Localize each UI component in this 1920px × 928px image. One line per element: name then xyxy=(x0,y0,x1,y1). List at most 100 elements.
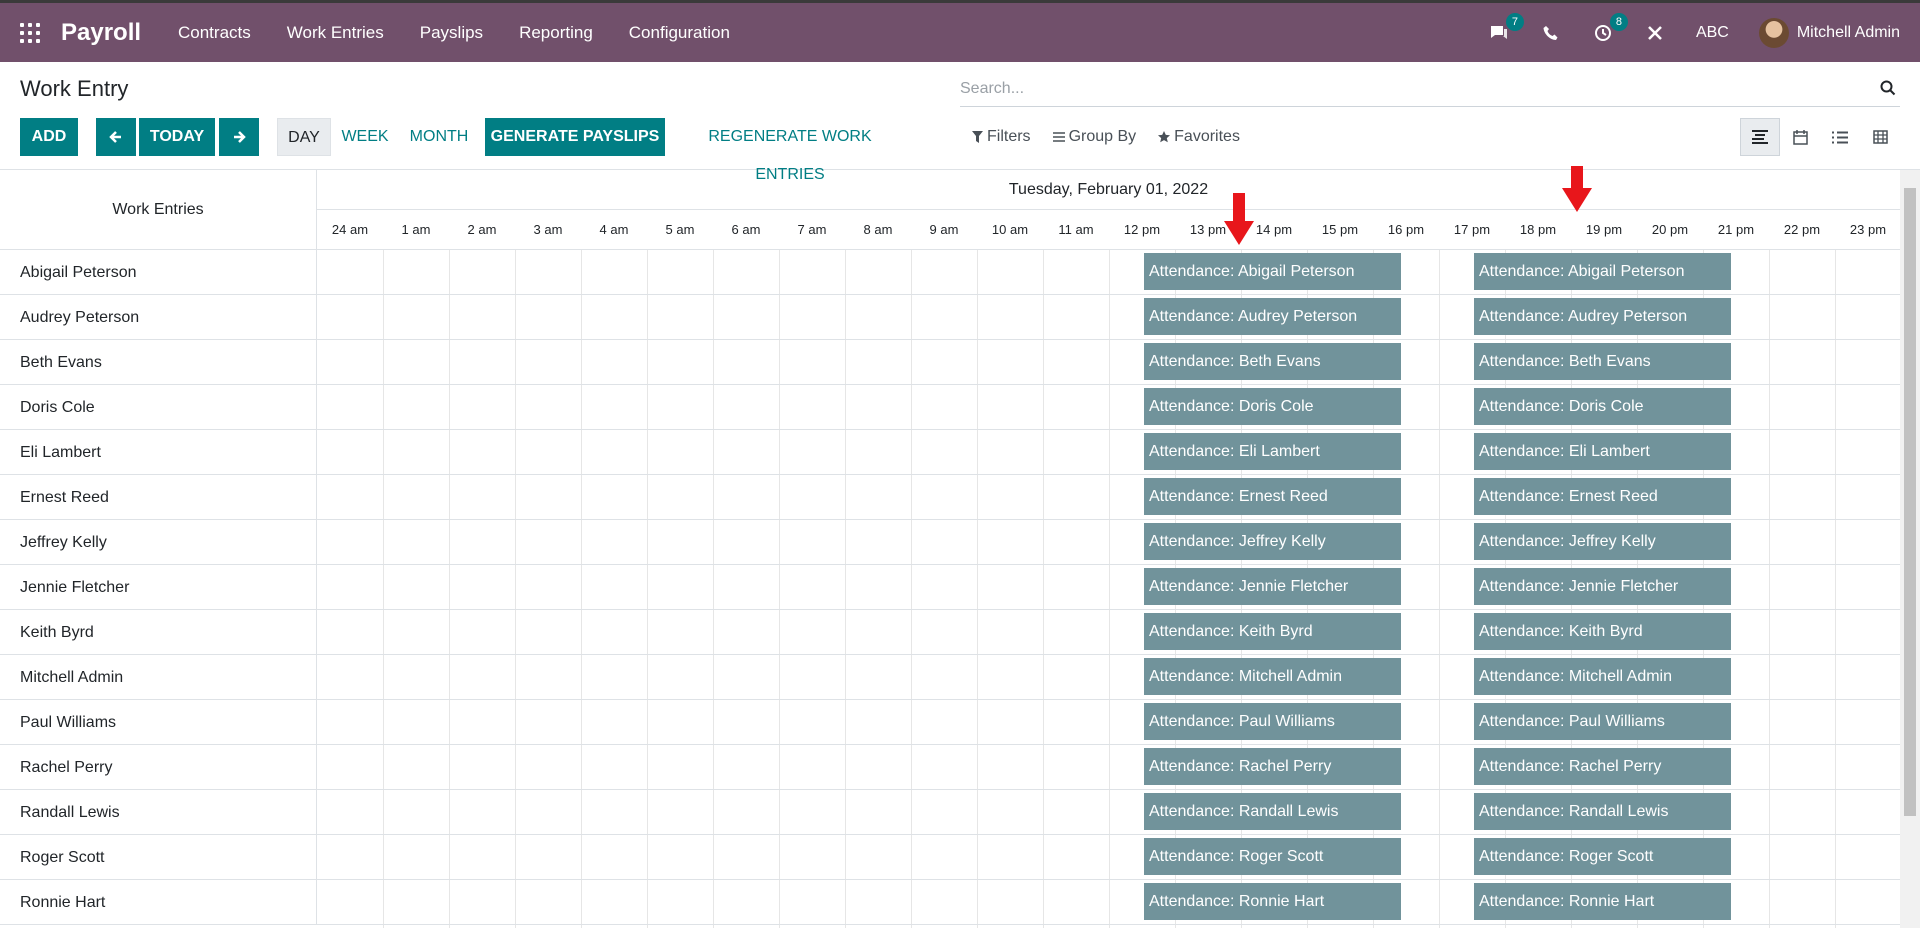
calendar-view-button[interactable] xyxy=(1780,118,1820,156)
month-scale-button[interactable]: MONTH xyxy=(402,118,476,156)
work-entry-pill[interactable]: Attendance: Beth Evans xyxy=(1144,343,1401,380)
gantt-column-divider xyxy=(647,250,648,928)
work-entry-pill[interactable]: Attendance: Randall Lewis xyxy=(1144,793,1401,830)
scrollbar-thumb[interactable] xyxy=(1904,188,1916,816)
main-menu: Contracts Work Entries Payslips Reporting Co… xyxy=(160,3,748,62)
work-entry-pill[interactable]: Attendance: Roger Scott xyxy=(1474,838,1731,875)
group-by-button[interactable]: Group By xyxy=(1052,128,1136,146)
gantt-row-label: Audrey Peterson xyxy=(0,295,317,340)
gantt-hour-header: 19 pm xyxy=(1571,210,1637,250)
tools-icon xyxy=(1648,25,1662,40)
work-entry-pill[interactable]: Attendance: Keith Byrd xyxy=(1144,613,1401,650)
gantt-column-divider xyxy=(581,250,582,928)
list-icon xyxy=(1832,131,1848,143)
app-name[interactable]: Payroll xyxy=(61,19,141,47)
gantt-hour-header: 12 pm xyxy=(1109,210,1175,250)
gantt-column-divider xyxy=(383,250,384,928)
gantt-row-divider xyxy=(317,789,1900,790)
work-entry-pill[interactable]: Attendance: Audrey Peterson xyxy=(1474,298,1731,335)
phone-button[interactable] xyxy=(1540,22,1562,44)
search-input[interactable] xyxy=(960,72,1860,106)
add-button[interactable]: ADD xyxy=(20,118,78,156)
gantt-view-button[interactable] xyxy=(1740,118,1780,156)
gantt-column-divider xyxy=(713,250,714,928)
work-entry-pill[interactable]: Attendance: Abigail Peterson xyxy=(1144,253,1401,290)
messages-button[interactable]: 7 xyxy=(1488,12,1524,44)
work-entry-pill[interactable]: Attendance: Ernest Reed xyxy=(1144,478,1401,515)
gantt-row-divider xyxy=(317,519,1900,520)
gantt-column-divider xyxy=(1439,250,1440,928)
work-entry-pill[interactable]: Attendance: Keith Byrd xyxy=(1474,613,1731,650)
gantt-column-divider xyxy=(1043,250,1044,928)
gantt-column-divider xyxy=(779,250,780,928)
nav-payslips[interactable]: Payslips xyxy=(402,3,501,62)
nav-reporting[interactable]: Reporting xyxy=(501,3,611,62)
nav-contracts[interactable]: Contracts xyxy=(160,3,269,62)
generate-payslips-button[interactable]: GENERATE PAYSLIPS xyxy=(485,118,665,156)
gantt-row-divider xyxy=(317,429,1900,430)
week-scale-button[interactable]: WEEK xyxy=(334,118,396,156)
gantt-row-divider xyxy=(317,339,1900,340)
work-entry-pill[interactable]: Attendance: Paul Williams xyxy=(1474,703,1731,740)
gantt-row-label: Abigail Peterson xyxy=(0,250,317,295)
gantt-hour-header: 1 am xyxy=(383,210,449,250)
work-entry-pill[interactable]: Attendance: Jeffrey Kelly xyxy=(1144,523,1401,560)
day-scale-button[interactable]: DAY xyxy=(277,118,331,156)
gantt-hour-header: 18 pm xyxy=(1505,210,1571,250)
work-entry-pill[interactable]: Attendance: Ronnie Hart xyxy=(1474,883,1731,920)
favorites-button[interactable]: Favorites xyxy=(1158,128,1240,146)
work-entry-pill[interactable]: Attendance: Rachel Perry xyxy=(1144,748,1401,785)
arrow-left-icon xyxy=(109,131,121,143)
activities-count-badge: 8 xyxy=(1609,12,1628,31)
work-entry-pill[interactable]: Attendance: Eli Lambert xyxy=(1474,433,1731,470)
gantt-row-divider xyxy=(317,834,1900,835)
work-entry-pill[interactable]: Attendance: Ernest Reed xyxy=(1474,478,1731,515)
work-entry-pill[interactable]: Attendance: Randall Lewis xyxy=(1474,793,1731,830)
work-entry-pill[interactable]: Attendance: Rachel Perry xyxy=(1474,748,1731,785)
work-entry-pill[interactable]: Attendance: Mitchell Admin xyxy=(1474,658,1731,695)
work-entry-pill[interactable]: Attendance: Roger Scott xyxy=(1144,838,1401,875)
user-menu[interactable]: Mitchell Admin xyxy=(1758,17,1900,48)
previous-button[interactable] xyxy=(96,118,136,156)
control-panel: Work Entry ADD TODAY DAY WEEK MONTH GENE… xyxy=(0,62,1920,183)
gantt-hour-header: 6 am xyxy=(713,210,779,250)
tools-button[interactable] xyxy=(1644,22,1666,44)
annotation-arrow-icon xyxy=(1562,166,1592,212)
gantt-row-divider xyxy=(317,654,1900,655)
work-entry-pill[interactable]: Attendance: Jennie Fletcher xyxy=(1144,568,1401,605)
nav-work-entries[interactable]: Work Entries xyxy=(269,3,402,62)
regenerate-work-entries-button[interactable]: REGENERATE WORK ENTRIES xyxy=(672,118,908,183)
work-entry-pill[interactable]: Attendance: Eli Lambert xyxy=(1144,433,1401,470)
nav-configuration[interactable]: Configuration xyxy=(611,3,748,62)
search-icon[interactable] xyxy=(1880,80,1896,96)
activities-button[interactable]: 8 xyxy=(1592,12,1628,44)
work-entry-pill[interactable]: Attendance: Jeffrey Kelly xyxy=(1474,523,1731,560)
work-entry-pill[interactable]: Attendance: Abigail Peterson xyxy=(1474,253,1731,290)
work-entry-pill[interactable]: Attendance: Jennie Fletcher xyxy=(1474,568,1731,605)
work-entry-pill[interactable]: Attendance: Paul Williams xyxy=(1144,703,1401,740)
work-entry-pill[interactable]: Attendance: Beth Evans xyxy=(1474,343,1731,380)
next-button[interactable] xyxy=(219,118,259,156)
work-entry-pill[interactable]: Attendance: Doris Cole xyxy=(1144,388,1401,425)
gantt-row-divider xyxy=(317,564,1900,565)
work-entry-pill[interactable]: Attendance: Audrey Peterson xyxy=(1144,298,1401,335)
chat-icon xyxy=(1490,25,1507,39)
gantt-hour-header: 24 am xyxy=(317,210,383,250)
work-entry-pill[interactable]: Attendance: Doris Cole xyxy=(1474,388,1731,425)
company-switcher[interactable]: ABC xyxy=(1696,24,1729,42)
table-icon xyxy=(1872,130,1888,144)
gantt-hour-header: 21 pm xyxy=(1703,210,1769,250)
today-button[interactable]: TODAY xyxy=(139,118,215,156)
vertical-scrollbar[interactable] xyxy=(1900,170,1920,928)
pivot-view-button[interactable] xyxy=(1860,118,1900,156)
filter-icon xyxy=(972,131,983,143)
apps-grid-icon[interactable] xyxy=(20,23,40,43)
work-entry-pill[interactable]: Attendance: Ronnie Hart xyxy=(1144,883,1401,920)
gantt-row-label: Ernest Reed xyxy=(0,475,317,520)
filters-button[interactable]: Filters xyxy=(972,128,1031,146)
list-view-button[interactable] xyxy=(1820,118,1860,156)
gantt-row-label: Jennie Fletcher xyxy=(0,565,317,610)
gantt-row-divider xyxy=(317,474,1900,475)
arrow-right-icon xyxy=(234,131,246,143)
work-entry-pill[interactable]: Attendance: Mitchell Admin xyxy=(1144,658,1401,695)
